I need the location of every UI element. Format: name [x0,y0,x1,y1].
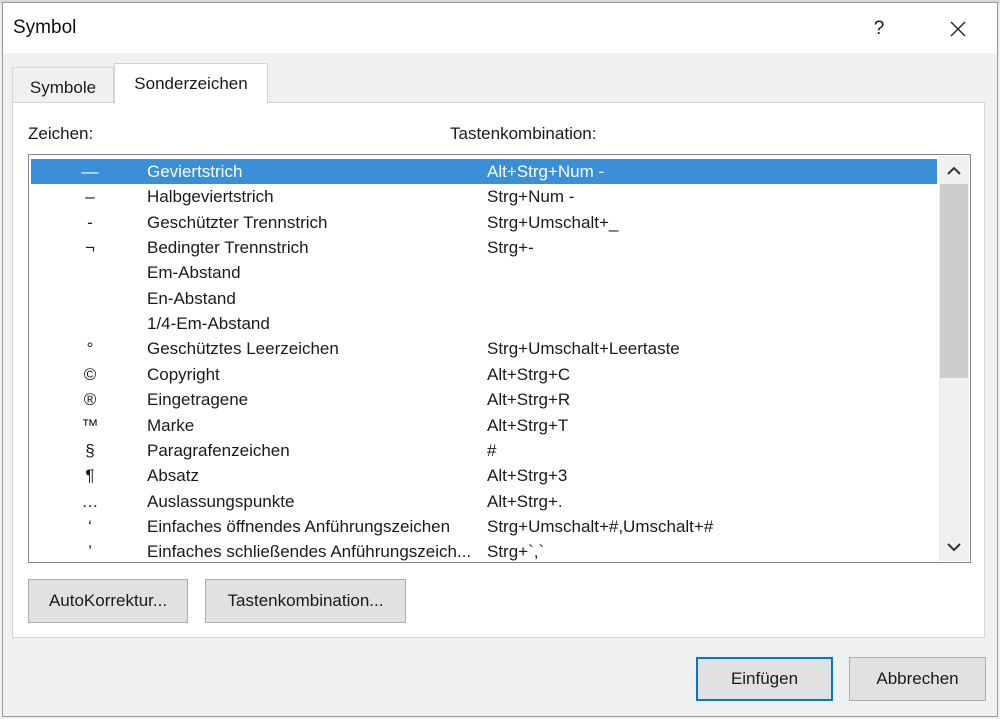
list-item[interactable]: ° Geschütztes Leerzeichen Strg+Umschalt+Le… [31,336,937,361]
row-symbol: — [81,162,99,181]
row-shortcut: Strg+`,` [487,542,545,562]
row-shortcut: # [487,440,497,460]
row-name: Einfaches öffnendes Anführungszeichen [147,516,451,536]
list-item[interactable]: ® Eingetragene Alt+Strg+R [31,387,937,412]
row-symbol: © [83,364,97,384]
tab-symbole[interactable]: Symbole [12,67,114,103]
scroll-down-button[interactable] [939,533,969,561]
list-item[interactable]: — Geviertstrich Alt+Strg+Num - [31,159,937,184]
row-shortcut: Alt+Strg+T [487,415,569,435]
row-name: Halbgeviertstrich [147,187,274,207]
chevron-down-icon [947,542,961,551]
row-name: Geschützter Trennstrich [147,212,328,232]
row-shortcut: Alt+Strg+R [487,390,571,410]
row-shortcut: Alt+Strg+3 [487,466,568,486]
row-name: 1/4-Em-Abstand [147,314,270,334]
list-item[interactable]: – Halbgeviertstrich Strg+Num - [31,184,937,209]
shortcut-column-header: Tastenkombination: [450,124,597,143]
row-name: Bedingter Trennstrich [147,238,309,258]
help-button[interactable]: ? [855,9,903,49]
row-symbol: ¬ [85,238,95,258]
special-char-list[interactable]: — Geviertstrich Alt+Strg+Num - – Halbgeviert… [28,154,971,563]
row-name: Paragrafenzeichen [147,440,290,460]
list-item[interactable]: ¬ Bedingter Trennstrich Strg+- [31,235,937,260]
vertical-scrollbar[interactable] [939,156,969,561]
row-symbol: ® [83,390,97,410]
row-symbol: ° [86,339,94,359]
row-symbol: § [85,440,95,460]
row-symbol: ¶ [85,466,95,486]
row-shortcut: Strg+Umschalt+_ [487,212,619,232]
list-item[interactable]: © Copyright Alt+Strg+C [31,362,937,387]
row-name: En-Abstand [147,288,236,308]
row-symbol: ‘ [88,516,92,536]
row-symbol: – [85,187,95,207]
row-name: Em-Abstand [147,263,241,283]
row-name: Copyright [147,364,220,384]
dialog-title: Symbol [13,17,77,38]
autokorrektur-button[interactable]: AutoKorrektur... [28,579,188,623]
scroll-up-button[interactable] [939,156,969,184]
chevron-up-icon [947,166,961,175]
list-item[interactable]: § Paragrafenzeichen # [31,438,937,463]
row-symbol: ’ [88,542,92,562]
title-bar: Symbol ? [3,3,997,53]
list-item[interactable]: ™ Marke Alt+Strg+T [31,413,937,438]
list-item[interactable]: En-Abstand [31,286,937,311]
list-item[interactable]: … Auslassungspunkte Alt+Strg+. [31,489,937,514]
row-shortcut: Strg+Umschalt+Leertaste [487,339,680,359]
row-name: Geviertstrich [147,162,243,181]
row-symbol: ™ [81,415,99,435]
row-name: Geschütztes Leerzeichen [147,339,339,359]
char-column-header: Zeichen: [28,124,94,143]
row-shortcut: Alt+Strg+. [487,491,563,511]
row-shortcut: Alt+Strg+Num - [487,162,605,181]
list-item[interactable]: ’ Einfaches schließendes Anführungszeich.… [31,539,937,562]
row-shortcut: Alt+Strg+C [487,364,571,384]
abbrechen-button[interactable]: Abbrechen [849,657,986,701]
list-item[interactable]: 1/4-Em-Abstand [31,311,937,336]
tastenkombination-button[interactable]: Tastenkombination... [205,579,406,623]
row-name: Absatz [147,466,199,486]
list-item[interactable]: - Geschützter Trennstrich Strg+Umschalt+_ [31,210,937,235]
row-name: Einfaches schließendes Anführungszeich..… [147,542,472,562]
list-item[interactable]: ‘ Einfaches öffnendes Anführungszeichen St… [31,514,937,539]
close-icon [950,21,966,37]
list-item[interactable]: ¶ Absatz Alt+Strg+3 [31,463,937,488]
list-item[interactable]: Em-Abstand [31,260,937,285]
close-button[interactable] [933,9,983,49]
row-shortcut: Strg+Num - [487,187,575,207]
row-shortcut: Strg+- [487,238,534,258]
row-symbol: - [87,212,93,232]
row-name: Eingetragene [147,390,249,410]
row-name: Auslassungspunkte [147,491,295,511]
row-symbol: … [81,491,99,511]
row-name: Marke [147,415,195,435]
row-shortcut: Strg+Umschalt+#,Umschalt+# [487,516,714,536]
scroll-thumb[interactable] [940,184,968,378]
einfuegen-button[interactable]: Einfügen [696,657,833,701]
tab-sonderzeichen[interactable]: Sonderzeichen [114,63,268,104]
